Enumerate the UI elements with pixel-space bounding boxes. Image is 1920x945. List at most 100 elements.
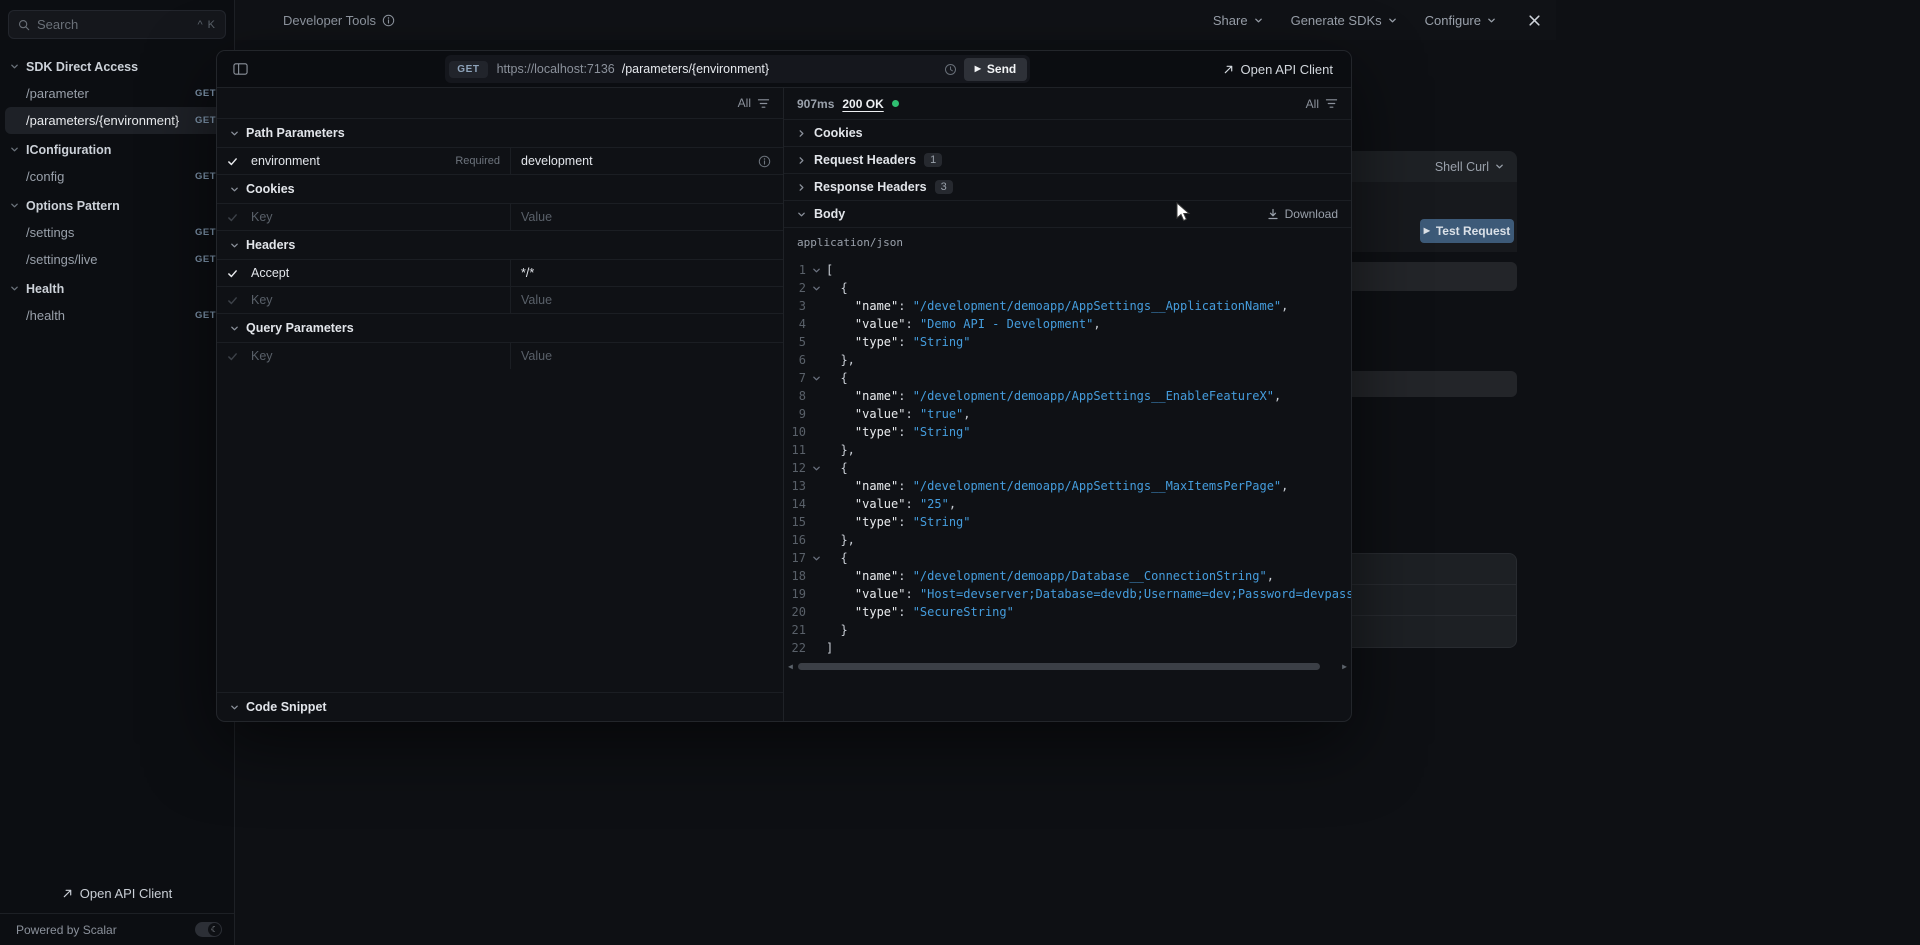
param-value-cell[interactable]: development [510, 148, 783, 174]
response-section-request-headers[interactable]: Request Headers1 [784, 146, 1351, 173]
code-text: }, [826, 351, 855, 369]
param-key-cell[interactable]: Accept [247, 260, 510, 286]
param-value-cell[interactable]: Value [510, 287, 783, 313]
chevron-down-icon [230, 324, 239, 333]
close-icon[interactable] [1520, 6, 1548, 34]
response-accordion: CookiesRequest Headers1Response Headers3… [784, 119, 1351, 227]
code-line: 15 "type": "String" [790, 513, 1351, 531]
fold-chevron-icon[interactable] [806, 369, 826, 387]
row-checkbox[interactable] [217, 148, 247, 174]
row-checkbox[interactable] [217, 204, 247, 230]
param-key-cell[interactable]: Key [247, 204, 510, 230]
code-text: "value": "Host=devserver;Database=devdb;… [826, 585, 1351, 603]
fold-spacer [806, 531, 826, 549]
endpoint-path: /settings [26, 225, 195, 240]
response-section-response-headers[interactable]: Response Headers3 [784, 173, 1351, 200]
test-request-label: Test Request [1436, 224, 1510, 238]
dark-mode-toggle[interactable]: ☾ [195, 922, 222, 937]
request-section-header[interactable]: Path Parameters [217, 118, 783, 147]
row-checkbox[interactable] [217, 287, 247, 313]
param-row: KeyValue [217, 203, 783, 230]
topbar-action-configure[interactable]: Configure [1425, 13, 1496, 28]
search-box[interactable]: ^ K [8, 10, 226, 39]
response-filter[interactable]: All [1306, 97, 1338, 111]
chevron-right-icon [797, 156, 806, 165]
info-icon [758, 155, 771, 168]
sidebar-item[interactable]: /parameters/{environment}GET [5, 107, 229, 134]
endpoint-path: /parameters/{environment} [26, 113, 195, 128]
param-value-cell[interactable]: Value [510, 204, 783, 230]
param-key: Key [251, 293, 273, 307]
param-row: environmentRequireddevelopment [217, 147, 783, 174]
fold-chevron-icon[interactable] [806, 279, 826, 297]
scrollbar-thumb[interactable] [798, 663, 1320, 670]
base-url: https://localhost:7136 [497, 62, 615, 76]
code-line: 20 "type": "SecureString" [790, 603, 1351, 621]
sidebar-item[interactable]: /settings/liveGET [5, 246, 229, 273]
code-line: 10 "type": "String" [790, 423, 1351, 441]
download-label: Download [1285, 207, 1338, 221]
powered-by-link[interactable]: Powered by Scalar [16, 923, 117, 937]
external-link-icon [62, 888, 73, 899]
line-number: 4 [790, 315, 806, 333]
param-key-cell[interactable]: Key [247, 343, 510, 369]
response-section-body[interactable]: BodyDownload [784, 200, 1351, 227]
row-checkbox[interactable] [217, 260, 247, 286]
fold-chevron-icon[interactable] [806, 549, 826, 567]
code-snippet-section-header[interactable]: Code Snippet [217, 692, 783, 721]
fold-chevron-icon[interactable] [806, 459, 826, 477]
param-value-cell[interactable]: */* [510, 260, 783, 286]
line-number: 8 [790, 387, 806, 405]
sidebar-section-header[interactable]: SDK Direct Access [0, 53, 234, 80]
fold-chevron-icon[interactable] [806, 261, 826, 279]
request-section-title: Query Parameters [246, 321, 354, 335]
sidebar-section-header[interactable]: IConfiguration [0, 136, 234, 163]
address-center: GET https://localhost:7136 /parameters/{… [253, 55, 1223, 83]
topbar-action-generate-sdks[interactable]: Generate SDKs [1291, 13, 1397, 28]
open-api-client-button[interactable]: Open API Client [1223, 62, 1334, 77]
code-text: "type": "SecureString" [826, 603, 1014, 621]
line-number: 20 [790, 603, 806, 621]
request-section-header[interactable]: Query Parameters [217, 313, 783, 342]
sidebar-section-header[interactable]: Options Pattern [0, 192, 234, 219]
scroll-left-icon[interactable]: ◀ [788, 663, 793, 671]
sidebar-item[interactable]: /healthGET [5, 302, 229, 329]
sidebar-section: IConfiguration/configGET [0, 136, 234, 190]
param-row: KeyValue [217, 342, 783, 369]
param-key-cell[interactable]: environmentRequired [247, 148, 510, 174]
sidebar-item[interactable]: /settingsGET [5, 219, 229, 246]
address-input[interactable]: GET https://localhost:7136 /parameters/{… [445, 55, 1030, 83]
param-value: */* [521, 266, 534, 280]
fold-spacer [806, 477, 826, 495]
download-button[interactable]: Download [1267, 207, 1338, 221]
code-text: "value": "25", [826, 495, 956, 513]
request-section-header[interactable]: Cookies [217, 174, 783, 203]
line-number: 7 [790, 369, 806, 387]
request-section-header[interactable]: Headers [217, 230, 783, 259]
code-line: 1[ [790, 261, 1351, 279]
horizontal-scrollbar[interactable]: ◀ ▶ [788, 662, 1347, 671]
status-dot [892, 100, 899, 107]
scroll-right-icon[interactable]: ▶ [1342, 663, 1347, 671]
topbar-action-share[interactable]: Share [1213, 13, 1263, 28]
code-line: 9 "value": "true", [790, 405, 1351, 423]
sidebar-section-header[interactable]: Health [0, 275, 234, 302]
response-section-cookies[interactable]: Cookies [784, 119, 1351, 146]
fold-spacer [806, 423, 826, 441]
response-filter-label: All [1306, 97, 1319, 111]
response-duration: 907ms [797, 97, 834, 111]
sidebar-toggle-icon[interactable] [227, 56, 253, 82]
search-input[interactable] [37, 17, 190, 32]
send-button[interactable]: ▶ Send [964, 58, 1028, 81]
sidebar-item[interactable]: /configGET [5, 163, 229, 190]
request-filter[interactable]: All [217, 88, 783, 118]
param-key-cell[interactable]: Key [247, 287, 510, 313]
code-language-label: Shell Curl [1435, 160, 1489, 174]
sidebar-open-api-client-link[interactable]: Open API Client [0, 873, 234, 913]
row-checkbox[interactable] [217, 343, 247, 369]
method-badge: GET [195, 227, 216, 238]
sidebar-item[interactable]: /parameterGET [5, 80, 229, 107]
sidebar-footer: Powered by Scalar ☾ [0, 913, 234, 945]
param-value-cell[interactable]: Value [510, 343, 783, 369]
history-icon[interactable] [944, 63, 957, 76]
